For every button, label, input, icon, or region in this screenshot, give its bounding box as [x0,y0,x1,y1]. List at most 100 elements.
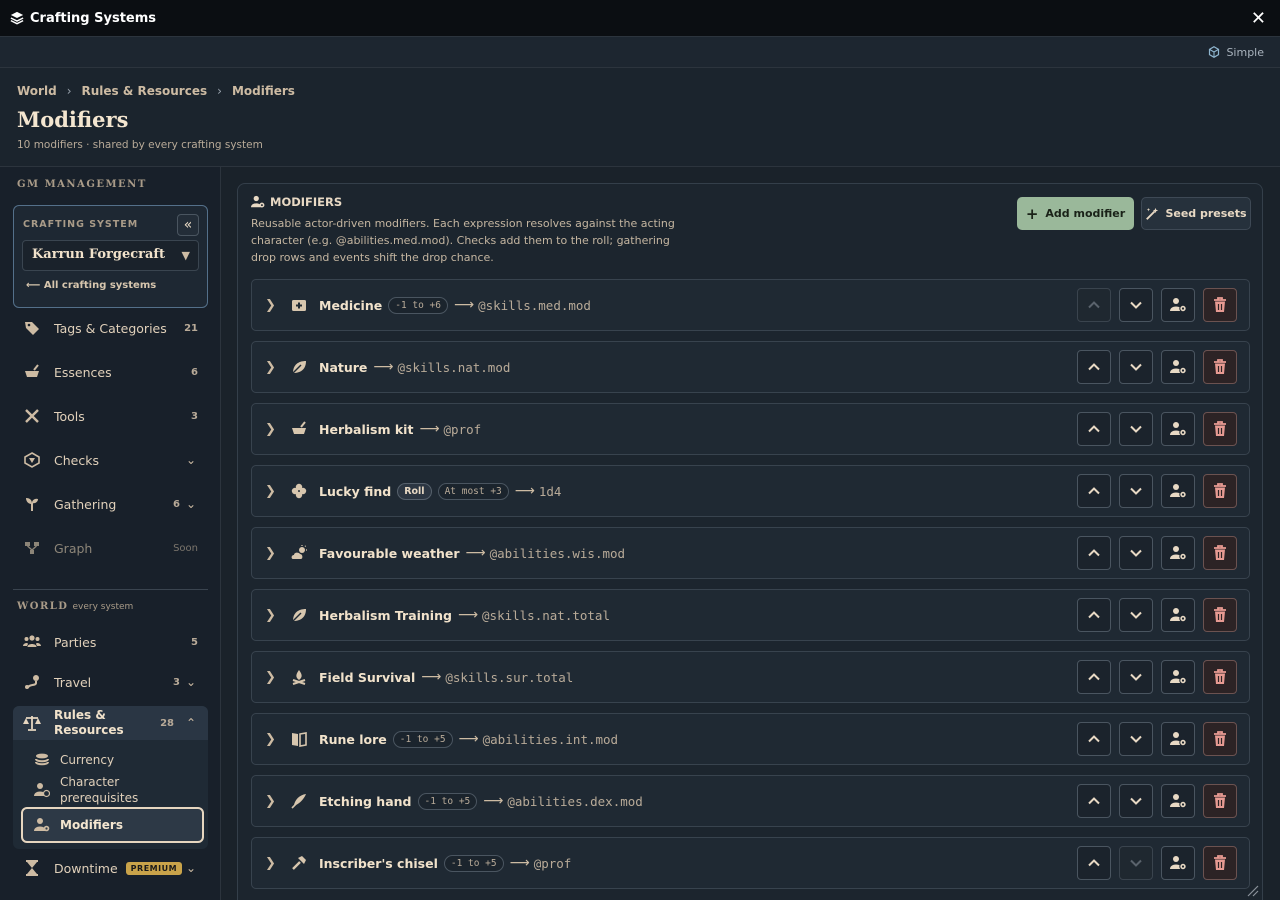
chevron-right-icon: › [217,84,222,98]
actor-preview-button[interactable] [1161,412,1195,446]
modifier-row[interactable]: ❯ Favourable weather ⟶ @abilities.wis.mo… [251,527,1250,579]
actor-preview-button[interactable] [1161,536,1195,570]
users-icon [23,633,41,651]
move-down-button[interactable] [1119,412,1153,446]
move-up-button[interactable] [1077,350,1111,384]
delete-button[interactable] [1203,660,1237,694]
move-down-button[interactable] [1119,598,1153,632]
actor-preview-button[interactable] [1161,846,1195,880]
chevron-right-icon[interactable]: ❯ [265,298,277,313]
trash-icon [1213,607,1227,623]
move-down-button[interactable] [1119,474,1153,508]
chevron-right-icon[interactable]: ❯ [265,732,277,747]
actor-preview-button[interactable] [1161,660,1195,694]
chevron-right-icon[interactable]: ❯ [265,484,277,499]
close-icon[interactable]: ✕ [1251,8,1266,29]
actor-preview-button[interactable] [1161,350,1195,384]
delete-button[interactable] [1203,350,1237,384]
actor-preview-button[interactable] [1161,288,1195,322]
chevron-right-icon[interactable]: ❯ [265,360,277,375]
all-crafting-systems-label: All crafting systems [43,280,157,291]
arrow-right-icon: ⟶ [483,793,504,809]
delete-button[interactable] [1203,722,1237,756]
chevron-up-icon [1087,732,1101,746]
sidebar-item-essences[interactable]: Essences 6 [13,354,208,390]
move-down-button[interactable] [1119,660,1153,694]
move-up-button[interactable] [1077,846,1111,880]
modifier-row[interactable]: ❯ Inscriber's chisel -1 to +5 ⟶ @prof [251,837,1250,889]
all-crafting-systems-link[interactable]: ⟵ All crafting systems [26,280,156,291]
actor-preview-button[interactable] [1161,598,1195,632]
delete-button[interactable] [1203,288,1237,322]
delete-button[interactable] [1203,474,1237,508]
modifier-name: Lucky find [319,483,392,499]
caret-down-icon: ▼ [181,249,190,262]
delete-button[interactable] [1203,784,1237,818]
sidebar-item-gathering[interactable]: Gathering 6 ⌄ [13,486,208,522]
move-down-button[interactable] [1119,288,1153,322]
move-down-button[interactable] [1119,784,1153,818]
move-up-button[interactable] [1077,722,1111,756]
modifier-row[interactable]: ❯ Herbalism kit ⟶ @prof [251,403,1250,455]
breadcrumb-rules[interactable]: Rules & Resources [82,84,208,98]
sidebar-subitem-modifiers[interactable]: Modifiers [21,807,204,843]
chevron-right-icon[interactable]: ❯ [265,608,277,623]
move-down-button[interactable] [1119,350,1153,384]
modifier-row[interactable]: ❯ Lucky find Roll At most +3 ⟶ 1d4 [251,465,1250,517]
arrow-right-icon: ⟶ [509,855,530,871]
collapse-sidebar-button[interactable]: « [177,214,199,236]
add-modifier-button[interactable]: + Add modifier [1017,197,1134,230]
sidebar-item-rules-resources[interactable]: Rules & Resources 28 ⌃ [13,706,208,740]
modifier-row[interactable]: ❯ Medicine -1 to +6 ⟶ @skills.med.mod [251,279,1250,331]
mode-toggle[interactable]: Simple [1226,46,1264,59]
gm-section-label: GM MANAGEMENT [17,179,147,190]
chevron-down-icon[interactable]: ⌄ [184,497,198,511]
sidebar-item-tags[interactable]: Tags & Categories 21 [13,310,208,346]
move-up-button[interactable] [1077,474,1111,508]
sidebar-item-checks[interactable]: Checks ⌄ [13,442,208,478]
modifier-row[interactable]: ❯ Etching hand -1 to +5 ⟶ @abilities.dex… [251,775,1250,827]
move-down-button[interactable] [1119,722,1153,756]
world-sub-label: every system [72,602,134,612]
move-up-button[interactable] [1077,660,1111,694]
chevron-right-icon[interactable]: ❯ [265,670,277,685]
chevron-down-icon[interactable]: ⌄ [184,453,198,467]
actor-preview-button[interactable] [1161,784,1195,818]
chevron-right-icon[interactable]: ❯ [265,546,277,561]
actor-preview-button[interactable] [1161,474,1195,508]
move-down-button[interactable] [1119,536,1153,570]
resize-handle-icon[interactable] [1247,885,1259,897]
actor-preview-button[interactable] [1161,722,1195,756]
modifier-row[interactable]: ❯ Herbalism Training ⟶ @skills.nat.total [251,589,1250,641]
chevron-up-icon[interactable]: ⌃ [184,716,198,730]
sidebar-item-downtime[interactable]: Downtime PREMIUM ⌄ [13,850,208,886]
chevron-down-icon [1129,484,1143,498]
chevron-down-icon[interactable]: ⌄ [184,675,198,689]
sidebar-subitem-currency[interactable]: Currency [21,750,204,770]
sidebar-item-parties[interactable]: Parties 5 [13,624,208,660]
chevron-up-icon [1087,298,1101,312]
sidebar-item-tools[interactable]: Tools 3 [13,398,208,434]
chevron-right-icon[interactable]: ❯ [265,422,277,437]
chevron-down-icon[interactable]: ⌄ [184,861,198,875]
hourglass-icon [23,859,41,877]
move-up-button[interactable] [1077,412,1111,446]
seed-presets-button[interactable]: Seed presets [1141,197,1251,230]
modifier-row[interactable]: ❯ Rune lore -1 to +5 ⟶ @abilities.int.mo… [251,713,1250,765]
delete-button[interactable] [1203,412,1237,446]
breadcrumb-world[interactable]: World [17,84,57,98]
delete-button[interactable] [1203,536,1237,570]
delete-button[interactable] [1203,598,1237,632]
chevron-right-icon[interactable]: ❯ [265,856,277,871]
move-up-button[interactable] [1077,536,1111,570]
modifier-row[interactable]: ❯ Field Survival ⟶ @skills.sur.total [251,651,1250,703]
delete-button[interactable] [1203,846,1237,880]
move-up-button[interactable] [1077,784,1111,818]
move-up-button[interactable] [1077,598,1111,632]
sidebar-item-travel[interactable]: Travel 3 ⌄ [13,664,208,700]
sidebar-subitem-prerequisites[interactable]: Character prerequisites [21,774,204,806]
chevron-right-icon[interactable]: ❯ [265,794,277,809]
crafting-system-select[interactable]: Karrun Forgecraft ▼ [22,240,199,271]
sidebar-item-label: Parties [54,634,97,650]
modifier-row[interactable]: ❯ Nature ⟶ @skills.nat.mod [251,341,1250,393]
